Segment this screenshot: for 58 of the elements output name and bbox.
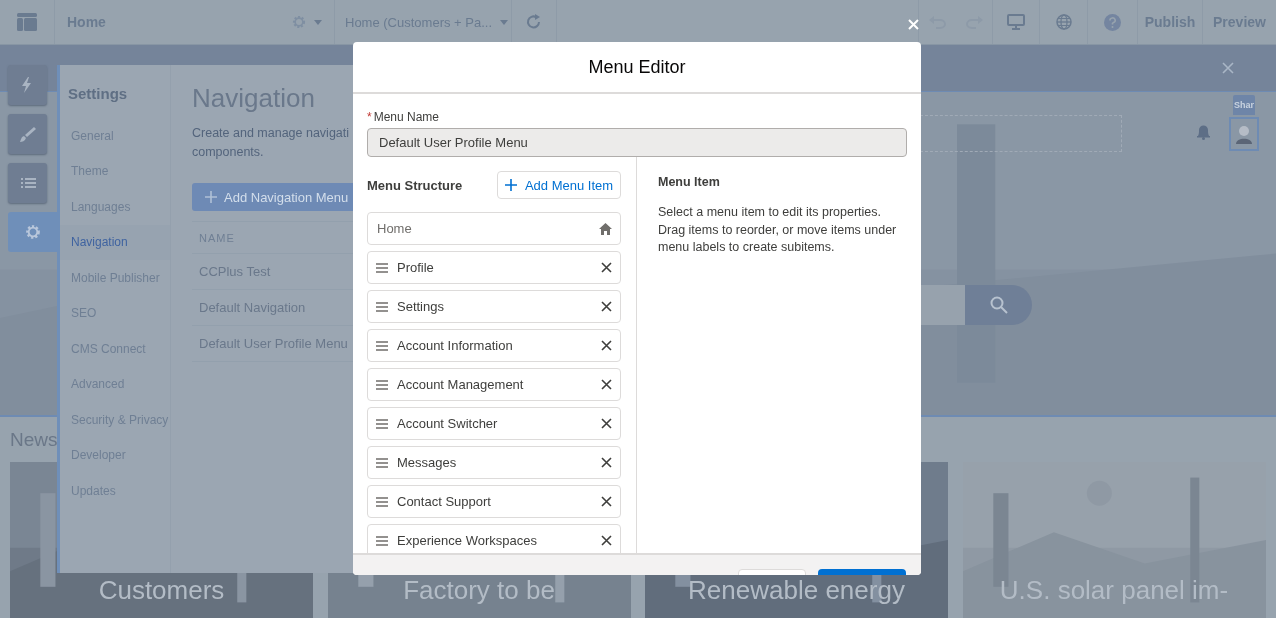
toolbar-button[interactable]	[8, 163, 47, 203]
close-icon[interactable]	[601, 457, 612, 468]
menu-item[interactable]: Account Information	[367, 329, 621, 362]
drag-handle-icon[interactable]	[376, 496, 388, 507]
search-icon	[989, 296, 1008, 314]
caret-icon[interactable]	[500, 19, 509, 25]
globe-icon[interactable]	[1055, 14, 1072, 30]
drag-handle-icon[interactable]	[376, 535, 388, 546]
menu-item[interactable]: Settings	[367, 290, 621, 323]
drag-handle-icon[interactable]	[376, 340, 388, 351]
close-icon[interactable]	[601, 496, 612, 507]
menu-item[interactable]: Home	[367, 212, 621, 245]
field-label: Menu Name	[373, 110, 440, 124]
bell-icon[interactable]	[1196, 124, 1211, 140]
drag-handle-icon[interactable]	[376, 262, 388, 273]
drag-handle-icon[interactable]	[376, 457, 388, 468]
drag-handle-icon[interactable]	[376, 379, 388, 390]
close-icon[interactable]	[601, 418, 612, 429]
close-icon[interactable]	[601, 301, 612, 312]
layout-icon[interactable]	[16, 12, 38, 32]
close-icon[interactable]	[601, 379, 612, 390]
search-button[interactable]	[965, 285, 1032, 325]
dialog-title: Menu Editor	[353, 42, 921, 94]
plus-icon	[205, 191, 217, 203]
menu-item[interactable]: Profile	[367, 251, 621, 284]
close-icon[interactable]	[601, 535, 612, 546]
plus-icon	[504, 179, 517, 191]
menu-item[interactable]: Contact Support	[367, 485, 621, 518]
help-icon[interactable]	[1104, 13, 1121, 31]
search-field[interactable]	[920, 285, 965, 325]
toolbar-button[interactable]	[8, 65, 47, 105]
refresh-icon[interactable]	[526, 14, 542, 30]
menu-item[interactable]: Account Switcher	[367, 407, 621, 440]
drag-handle-icon[interactable]	[376, 301, 388, 312]
menu-name-field[interactable]: Default User Profile Menu	[367, 128, 907, 157]
caret-icon[interactable]	[314, 19, 322, 25]
gear-icon	[23, 223, 42, 241]
card-title[interactable]: Factory to be	[327, 575, 631, 606]
panel-title: Settings	[67, 85, 129, 102]
menu-item[interactable]: Account Management	[367, 368, 621, 401]
close-icon[interactable]	[601, 340, 612, 351]
close-icon[interactable]	[601, 262, 612, 273]
required-mark: *	[367, 110, 372, 124]
home-icon	[599, 222, 612, 235]
toolbar-button[interactable]	[8, 114, 47, 154]
help-text: Select a menu item to edit its properties. Drag items to reorder, or move items under menu labels to create subitems.	[658, 204, 898, 256]
monitor-icon[interactable]	[1007, 14, 1025, 30]
menu-item[interactable]: Messages	[367, 446, 621, 479]
gear-icon[interactable]	[291, 14, 307, 30]
brush-icon	[18, 125, 37, 143]
avatar-icon[interactable]	[1235, 124, 1253, 144]
toolbar-button[interactable]	[8, 212, 57, 252]
settings-nav-item[interactable]: Navigation	[60, 224, 170, 260]
share-tab[interactable]: Shar	[1233, 95, 1255, 115]
panel-title: Menu Item	[658, 175, 721, 189]
description: Create and manage navigati components.	[192, 125, 350, 161]
drag-handle-icon[interactable]	[376, 418, 388, 429]
add-menu-item-button[interactable]: Add Menu Item	[497, 171, 621, 199]
